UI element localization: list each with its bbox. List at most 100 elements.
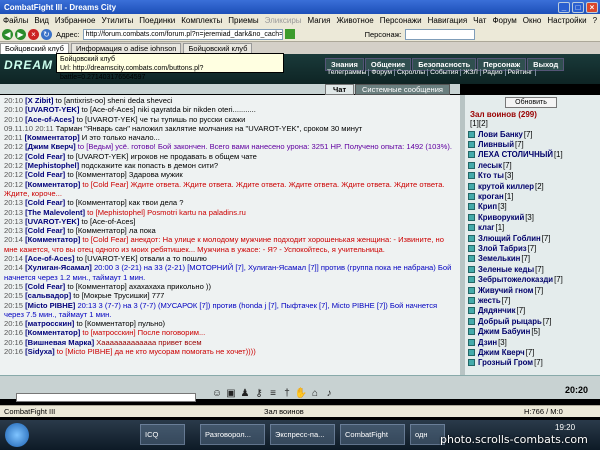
menu-item[interactable]: Избранное	[52, 16, 99, 25]
person-icon[interactable]: ♟	[238, 388, 252, 399]
chat-input[interactable]	[16, 393, 196, 402]
message-author[interactable]: [Комментатор]	[25, 328, 80, 337]
sub-nav-item[interactable]: Радио	[481, 69, 506, 76]
player-row[interactable]: Живучий гном [7]	[468, 285, 596, 295]
player-row[interactable]: Земелькин [7]	[468, 254, 596, 264]
message-author[interactable]: [Комментатор]	[25, 133, 80, 142]
player-info-icon[interactable]	[468, 244, 475, 252]
player-row[interactable]: Крип [3]	[468, 202, 596, 212]
player-name[interactable]: Лови Банку	[478, 130, 523, 139]
player-info-icon[interactable]	[468, 213, 475, 221]
close-button[interactable]: ×	[586, 1, 598, 13]
player-row[interactable]: кроган [1]	[468, 191, 596, 201]
speaker-icon[interactable]: ♪	[322, 388, 336, 399]
player-info-icon[interactable]	[468, 193, 475, 201]
message-author[interactable]: [Cold Fear]	[25, 152, 65, 161]
message-author[interactable]: [UVAROT-YEK]	[25, 217, 79, 226]
back-icon[interactable]: ◀	[2, 28, 13, 40]
player-name[interactable]: Ливнвый	[478, 140, 514, 149]
player-name[interactable]: Грозный Гром	[478, 358, 533, 367]
player-row[interactable]: Зеленые кеды [7]	[468, 264, 596, 274]
sub-nav-item[interactable]: Телеграммы	[325, 69, 370, 76]
player-row[interactable]: Добрый рыцарь [7]	[468, 316, 596, 326]
player-row[interactable]: Джим Кверч [7]	[468, 347, 596, 357]
menu-item[interactable]: Поединки	[136, 16, 178, 25]
player-info-icon[interactable]	[468, 359, 475, 367]
player-info-icon[interactable]	[468, 338, 475, 346]
menu-item[interactable]: Магия	[305, 16, 334, 25]
player-info-icon[interactable]	[468, 161, 475, 169]
menu-item[interactable]: Окно	[520, 16, 545, 25]
sub-nav-item[interactable]: Скроллы	[395, 69, 429, 76]
player-row[interactable]: Криворукий [3]	[468, 212, 596, 222]
menu-item[interactable]: Утилиты	[98, 16, 136, 25]
go-icon[interactable]	[284, 29, 295, 39]
player-name[interactable]: Дядянчик	[478, 306, 516, 315]
start-button[interactable]	[5, 423, 29, 447]
sub-nav-item[interactable]: Форум	[369, 69, 395, 76]
player-info-icon[interactable]	[468, 276, 475, 284]
player-name[interactable]: ЛЕХА СТОЛИЧНЫЙ	[478, 150, 553, 159]
message-author[interactable]: [Cold Fear]	[25, 170, 65, 179]
message-author[interactable]: [Комментатор]	[25, 235, 80, 244]
message-author[interactable]: [Sidyxa]	[25, 347, 55, 356]
menu-item[interactable]: Форум	[489, 16, 519, 25]
menu-item[interactable]: Навигация	[425, 16, 471, 25]
refresh-icon[interactable]: ↻	[41, 28, 52, 40]
minimize-button[interactable]: _	[558, 1, 570, 13]
player-info-icon[interactable]	[468, 328, 475, 336]
address-input[interactable]: http://forum.combats.com/forum.pl?n=jere…	[82, 28, 283, 40]
player-row[interactable]: Зебрытожелоказди [7]	[468, 274, 596, 284]
player-row[interactable]: жесть [7]	[468, 295, 596, 305]
player-info-icon[interactable]	[468, 296, 475, 304]
player-info-icon[interactable]	[468, 286, 475, 294]
page-links[interactable]: [1][2]	[470, 119, 488, 128]
player-info-icon[interactable]	[468, 172, 475, 180]
player-info-icon[interactable]	[468, 141, 475, 149]
sub-nav-item[interactable]: Рейтинг	[506, 69, 536, 76]
player-info-icon[interactable]	[468, 151, 475, 159]
player-name[interactable]: кроган	[478, 192, 504, 201]
player-name[interactable]: Живучий гном	[478, 286, 533, 295]
player-name[interactable]: Зебрытожелоказди	[478, 275, 553, 284]
menu-item[interactable]: Чат	[470, 16, 489, 25]
forward-icon[interactable]: ▶	[15, 28, 26, 40]
message-author[interactable]: [Вишневая Марка]	[25, 338, 94, 347]
player-row[interactable]: Грозный Гром [7]	[468, 358, 596, 368]
smiley-icon[interactable]: ☺	[210, 388, 224, 399]
player-name[interactable]: Земелькин	[478, 254, 520, 263]
player-row[interactable]: Джим Бабуин [5]	[468, 326, 596, 336]
player-info-icon[interactable]	[468, 234, 475, 242]
player-name[interactable]: Криворукий	[478, 213, 524, 222]
player-name[interactable]: крутой киллер	[478, 182, 534, 191]
player-name[interactable]: жесть	[478, 296, 501, 305]
refresh-button[interactable]: Обновить	[505, 97, 557, 108]
player-info-icon[interactable]	[468, 317, 475, 325]
message-author[interactable]: [Cold Fear]	[25, 226, 65, 235]
message-author[interactable]: [матросскин]	[25, 319, 74, 328]
house-icon[interactable]: ⌂	[308, 388, 322, 399]
player-row[interactable]: лесык [7]	[468, 160, 596, 170]
player-row[interactable]: Злой Табриз [7]	[468, 243, 596, 253]
message-author[interactable]: [Ace-of-Aces]	[25, 115, 74, 124]
player-row[interactable]: крутой киллер [2]	[468, 181, 596, 191]
taskbar-item[interactable]: Экспресс-па...	[270, 424, 335, 445]
player-row[interactable]: ЛЕХА СТОЛИЧНЫЙ [1]	[468, 150, 596, 160]
taskbar-item[interactable]: CombatFight	[340, 424, 405, 445]
menu-item[interactable]: Настройки	[544, 16, 589, 25]
player-info-icon[interactable]	[468, 224, 475, 232]
message-author[interactable]: [Комментатор]	[25, 180, 80, 189]
player-row[interactable]: Дядянчик [7]	[468, 306, 596, 316]
menu-item[interactable]: Животное	[333, 16, 376, 25]
player-row[interactable]: Лови Банку [7]	[468, 129, 596, 139]
player-info-icon[interactable]	[468, 307, 475, 315]
menu-item[interactable]: Комплекты	[178, 16, 225, 25]
hand-icon[interactable]: ✋	[294, 388, 308, 399]
tab-system-messages[interactable]: Системные сообщения	[355, 84, 450, 95]
player-name[interactable]: клаг	[478, 223, 495, 232]
message-author[interactable]: [UVAROT-YEK]	[25, 105, 79, 114]
player-name[interactable]: лесык	[478, 161, 502, 170]
taskbar-item[interactable]: ICQ	[140, 424, 185, 445]
menu-item[interactable]: Файлы	[0, 16, 31, 25]
message-author[interactable]: [X Zibit]	[25, 96, 53, 105]
